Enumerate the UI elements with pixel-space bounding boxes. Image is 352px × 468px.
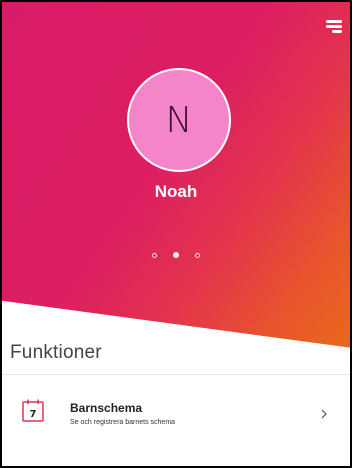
carousel-indicators	[2, 252, 350, 258]
function-subtitle: Se och registrera barnets schema	[70, 419, 176, 426]
carousel-dot-active[interactable]	[173, 252, 179, 258]
menu-icon	[326, 20, 342, 23]
calendar-icon: 7	[22, 399, 44, 422]
app-screen: N Noah Funktioner 7 Barnschema Se och re…	[2, 2, 350, 466]
child-name: Noah	[154, 182, 198, 201]
function-item-barnschema[interactable]: 7 Barnschema Se och registrera barnets s…	[2, 394, 350, 438]
avatar[interactable]: N	[127, 68, 231, 172]
calendar-day: 7	[30, 409, 37, 420]
carousel-dot[interactable]	[195, 252, 200, 258]
menu-button[interactable]	[322, 18, 342, 36]
avatar-initial: N	[165, 99, 193, 141]
carousel-dot[interactable]	[152, 252, 157, 258]
menu-icon	[326, 25, 342, 28]
function-title: Barnschema	[70, 401, 143, 415]
menu-icon	[332, 30, 342, 33]
divider	[2, 374, 350, 375]
chevron-right-icon	[321, 409, 327, 419]
section-title: Funktioner	[10, 342, 102, 363]
